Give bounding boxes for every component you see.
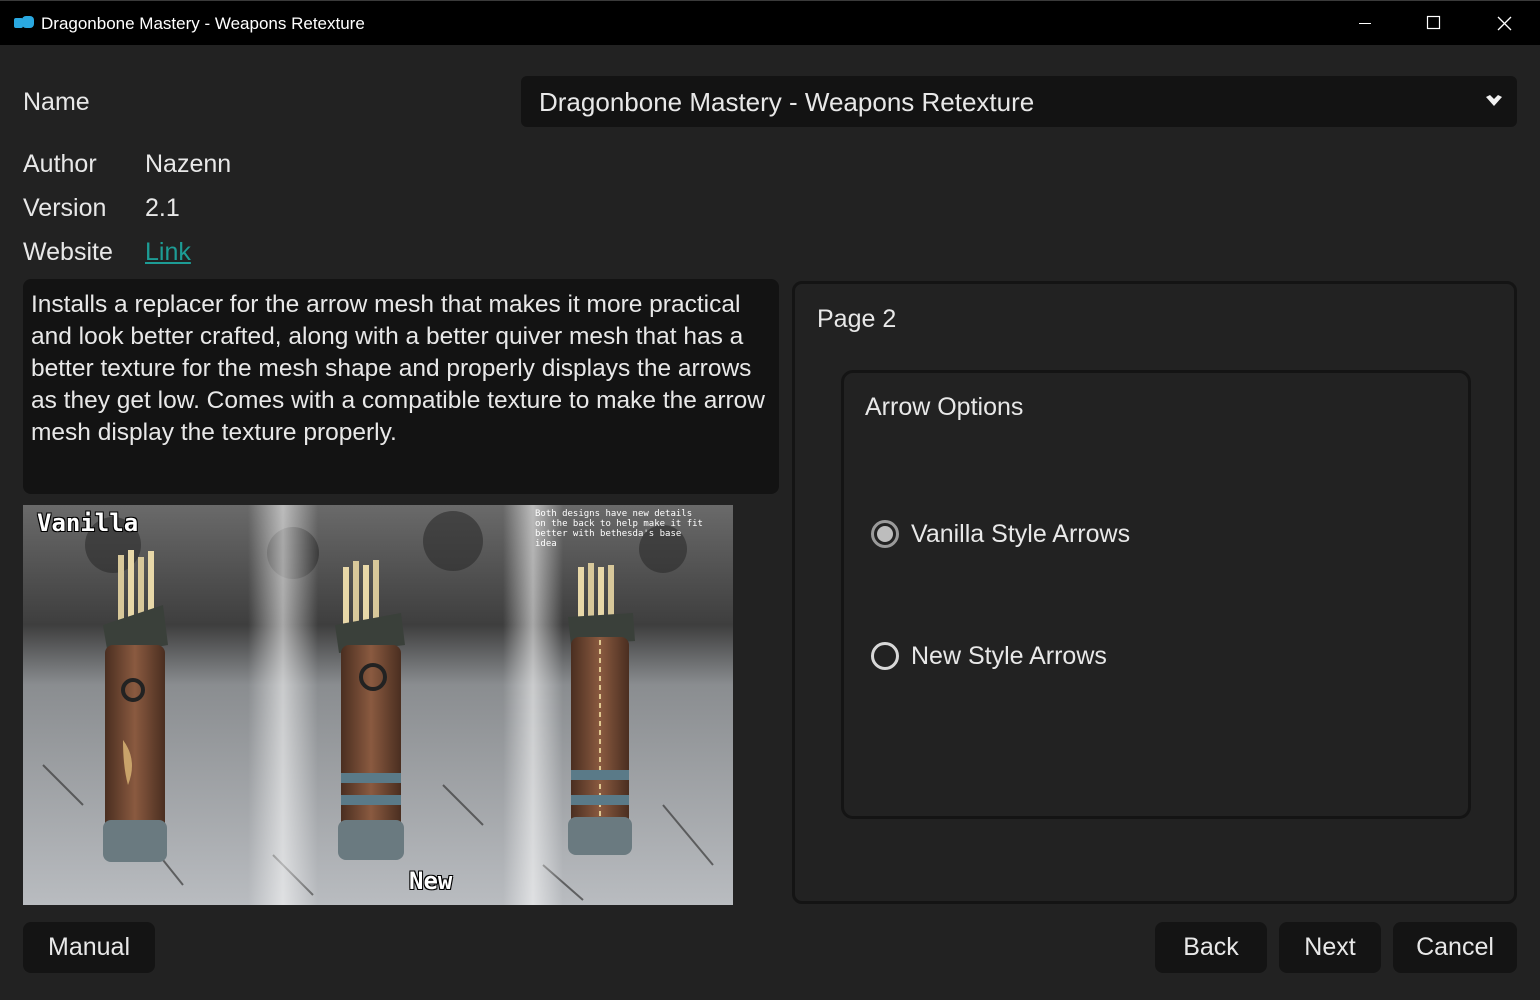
page-title: Page 2: [817, 305, 897, 333]
manual-button[interactable]: Manual: [23, 922, 155, 973]
radio-selected-icon[interactable]: [871, 520, 899, 548]
preview-label-vanilla: Vanilla: [37, 509, 139, 537]
option-vanilla-style-arrows[interactable]: Vanilla Style Arrows: [871, 517, 1130, 551]
version-value: 2.1: [145, 194, 180, 222]
group-title: Arrow Options: [865, 393, 1024, 421]
title-bar: Dragonbone Mastery - Weapons Retexture: [0, 0, 1540, 45]
option-label: New Style Arrows: [911, 641, 1107, 670]
website-link[interactable]: Link: [145, 238, 191, 267]
preview-note: Both designs have new details on the bac…: [535, 509, 703, 549]
minimize-button[interactable]: [1330, 1, 1400, 46]
description-text: Installs a replacer for the arrow mesh t…: [31, 291, 765, 446]
description-box[interactable]: Installs a replacer for the arrow mesh t…: [23, 279, 779, 494]
preview-image: Vanilla New Both designs have new detail…: [23, 505, 733, 905]
app-icon: [14, 16, 34, 28]
maximize-icon: [1426, 15, 1441, 30]
preview-label-new: New: [409, 867, 453, 895]
preview-illustration: [23, 505, 733, 905]
radio-unselected-icon[interactable]: [871, 642, 899, 670]
window-title: Dragonbone Mastery - Weapons Retexture: [41, 14, 365, 33]
maximize-button[interactable]: [1398, 1, 1468, 46]
minimize-icon: [1359, 23, 1371, 24]
website-label: Website: [23, 238, 113, 266]
close-button[interactable]: [1469, 1, 1539, 46]
name-dropdown-value: Dragonbone Mastery - Weapons Retexture: [539, 87, 1035, 117]
back-button[interactable]: Back: [1155, 922, 1267, 973]
option-label: Vanilla Style Arrows: [911, 519, 1131, 548]
option-new-style-arrows[interactable]: New Style Arrows: [871, 639, 1107, 673]
author-label: Author: [23, 150, 97, 178]
chevron-down-icon: [1486, 95, 1502, 106]
name-dropdown[interactable]: Dragonbone Mastery - Weapons Retexture: [521, 76, 1517, 127]
version-label: Version: [23, 194, 107, 222]
close-icon: [1497, 16, 1512, 31]
cancel-button[interactable]: Cancel: [1393, 922, 1517, 973]
arrow-options-group: Arrow Options Vanilla Style Arrows New S…: [841, 370, 1471, 819]
page-panel: Page 2 Arrow Options Vanilla Style Arrow…: [792, 281, 1517, 904]
author-value: Nazenn: [145, 150, 232, 178]
name-label: Name: [23, 88, 90, 116]
next-button[interactable]: Next: [1279, 922, 1381, 973]
